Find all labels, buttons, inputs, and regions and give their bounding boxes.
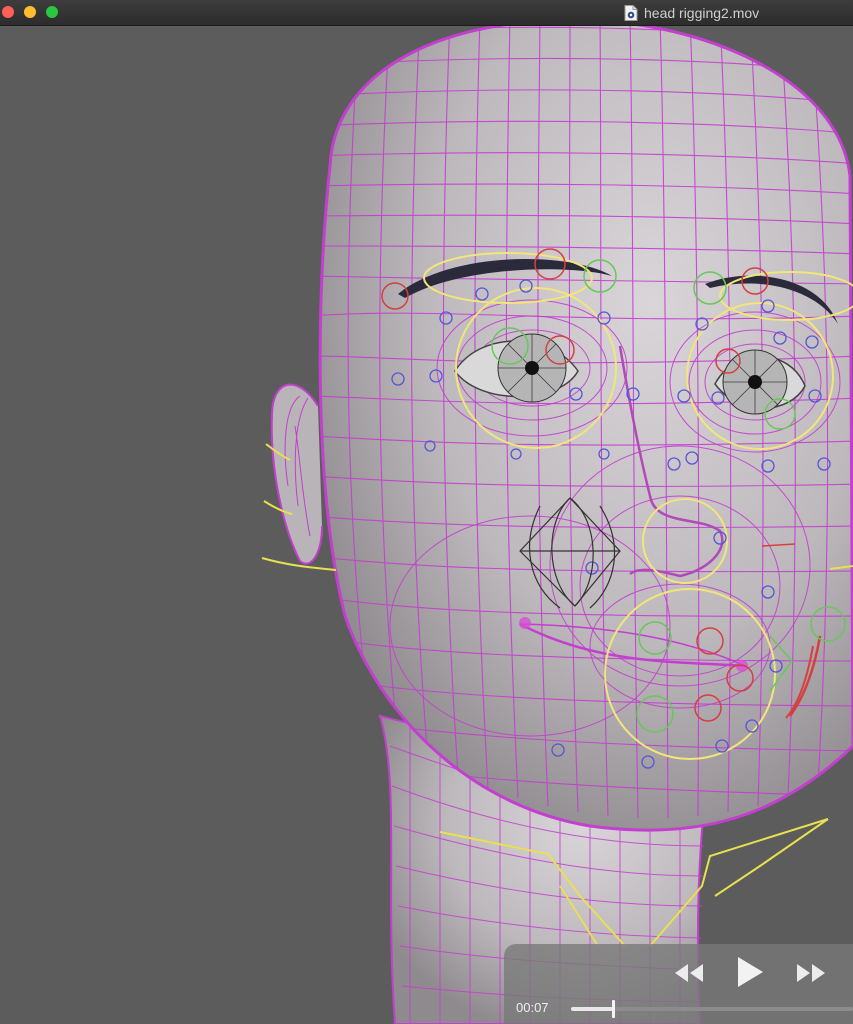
scrubber-track[interactable]	[571, 1000, 853, 1018]
window-title-group: head rigging2.mov	[624, 0, 759, 26]
scrubber-progress	[571, 1007, 614, 1011]
window-titlebar: head rigging2.mov	[0, 0, 853, 26]
play-icon[interactable]	[736, 956, 764, 988]
window-title: head rigging2.mov	[644, 5, 760, 21]
scrubber-handle[interactable]	[612, 1000, 616, 1018]
rewind-icon[interactable]	[674, 962, 704, 984]
minimize-window-button[interactable]	[24, 6, 36, 18]
ear-mesh	[270, 383, 323, 565]
playback-controls: 00:07	[504, 944, 853, 1024]
head-rig-render	[261, 26, 853, 1024]
zoom-window-button[interactable]	[46, 6, 58, 18]
video-viewport[interactable]	[0, 26, 853, 1024]
close-window-button[interactable]	[2, 6, 14, 18]
movie-document-icon	[624, 5, 638, 21]
current-time: 00:07	[516, 1000, 549, 1015]
fast-forward-icon[interactable]	[796, 962, 826, 984]
